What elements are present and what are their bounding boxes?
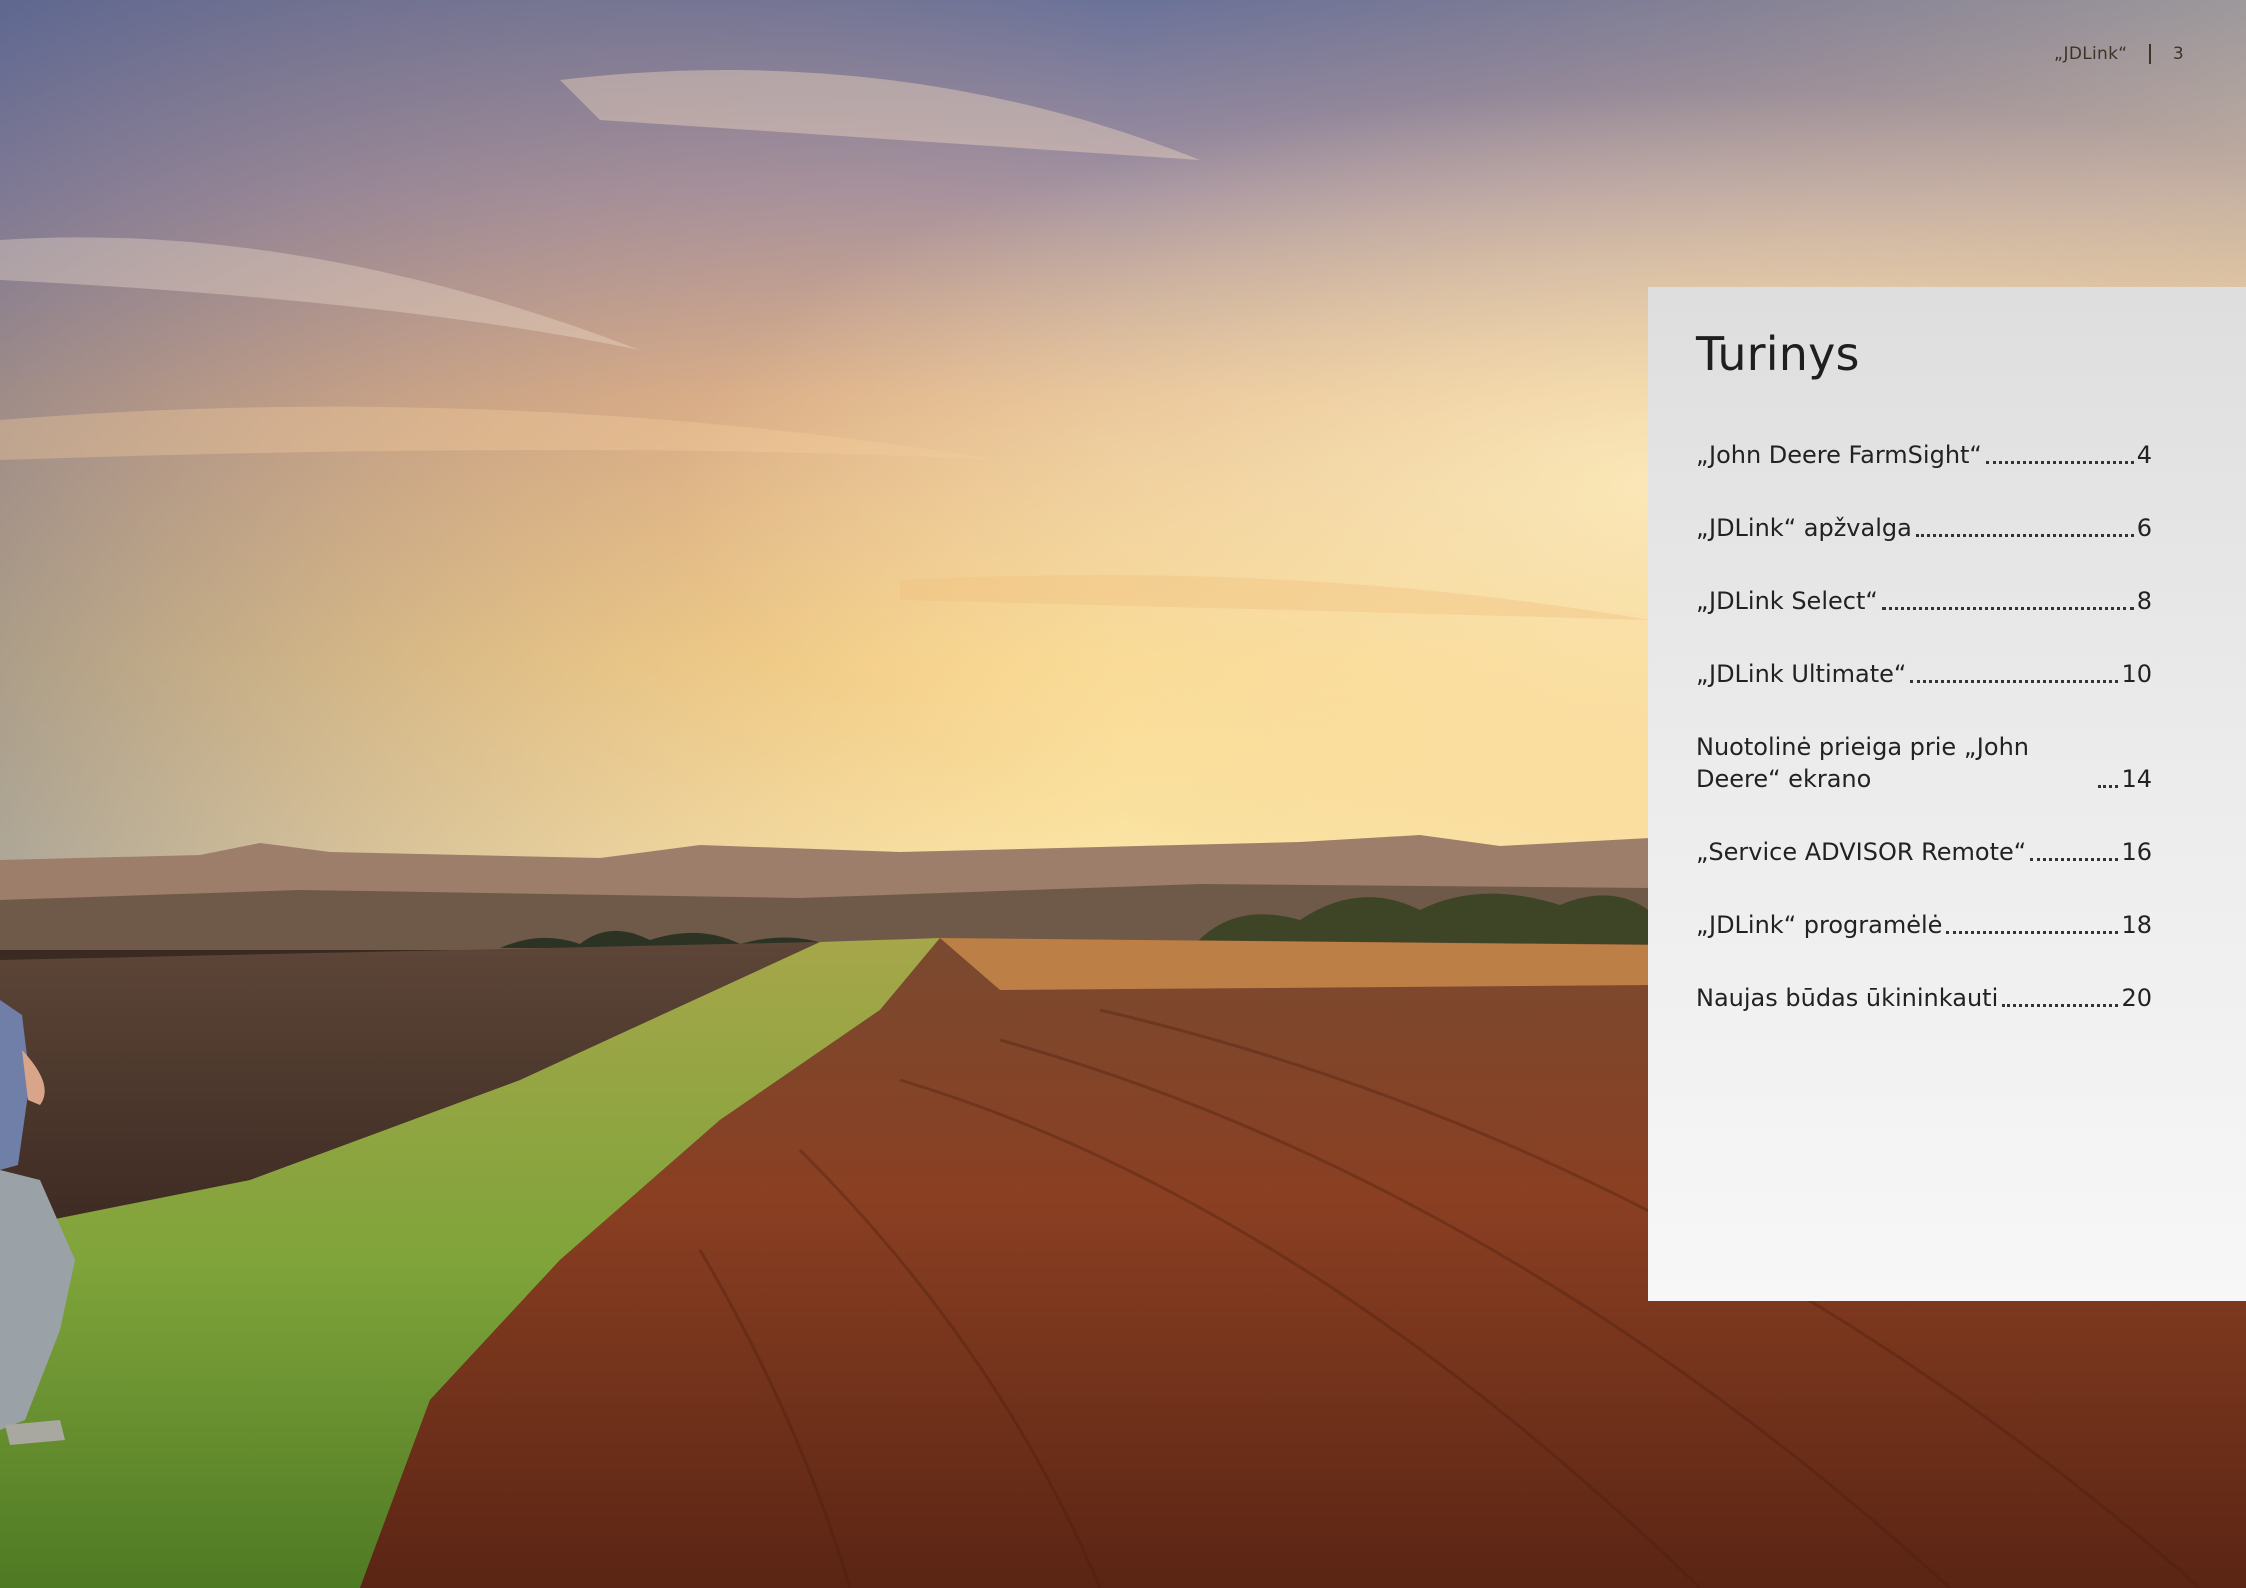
toc-item-page: 16 (2121, 838, 2152, 866)
toc-item-page: 10 (2121, 660, 2152, 688)
toc-leader-dots (2098, 785, 2119, 788)
toc-leader-dots (1985, 461, 2134, 464)
toc-item[interactable]: Nuotolinė prieiga prie „John Deere“ ekra… (1696, 731, 2152, 795)
toc-item-label: Nuotolinė prieiga prie „John Deere“ ekra… (1696, 733, 2029, 793)
toc-item[interactable]: „JDLink Select“ 8 (1696, 585, 2152, 617)
toc-leader-dots (1915, 534, 2134, 537)
toc-item-page: 6 (2136, 514, 2152, 542)
toc-item-label: „JDLink Select“ (1696, 587, 1878, 615)
toc-item-page: 20 (2121, 984, 2152, 1012)
toc-item[interactable]: „JDLink Ultimate“ 10 (1696, 658, 2152, 690)
toc-item[interactable]: „JDLink“ programėlė 18 (1696, 909, 2152, 941)
toc-item[interactable]: „JDLink“ apžvalga 6 (1696, 512, 2152, 544)
toc-leader-dots (1881, 607, 2134, 610)
toc-item-label: „John Deere FarmSight“ (1696, 441, 1982, 469)
page-number: 3 (2172, 44, 2184, 64)
toc-item-page: 8 (2136, 587, 2152, 615)
toc-item-page: 14 (2121, 765, 2152, 793)
page-header: „JDLink“ 3 (2054, 44, 2184, 64)
table-of-contents-panel: Turinys „John Deere FarmSight“ 4 „JDLink… (1648, 287, 2246, 1301)
toc-list: „John Deere FarmSight“ 4 „JDLink“ apžval… (1696, 439, 2152, 1014)
header-title: „JDLink“ (2054, 44, 2128, 64)
header-divider (2149, 44, 2151, 64)
toc-item-label: „JDLink“ programėlė (1696, 911, 1943, 939)
toc-leader-dots (2030, 858, 2119, 861)
toc-item-page: 4 (2136, 441, 2152, 469)
toc-leader-dots (1946, 931, 2119, 934)
toc-title: Turinys (1696, 327, 1860, 381)
toc-item[interactable]: Naujas būdas ūkininkauti 20 (1696, 982, 2152, 1014)
toc-item[interactable]: „Service ADVISOR Remote“ 16 (1696, 836, 2152, 868)
toc-item-label: „Service ADVISOR Remote“ (1696, 838, 2027, 866)
toc-item-label: Naujas būdas ūkininkauti (1696, 984, 1999, 1012)
toc-leader-dots (1910, 680, 2119, 683)
toc-item[interactable]: „John Deere FarmSight“ 4 (1696, 439, 2152, 471)
toc-item-label: „JDLink“ apžvalga (1696, 514, 1912, 542)
toc-item-page: 18 (2121, 911, 2152, 939)
toc-item-label: „JDLink Ultimate“ (1696, 660, 1907, 688)
toc-leader-dots (2002, 1004, 2119, 1007)
